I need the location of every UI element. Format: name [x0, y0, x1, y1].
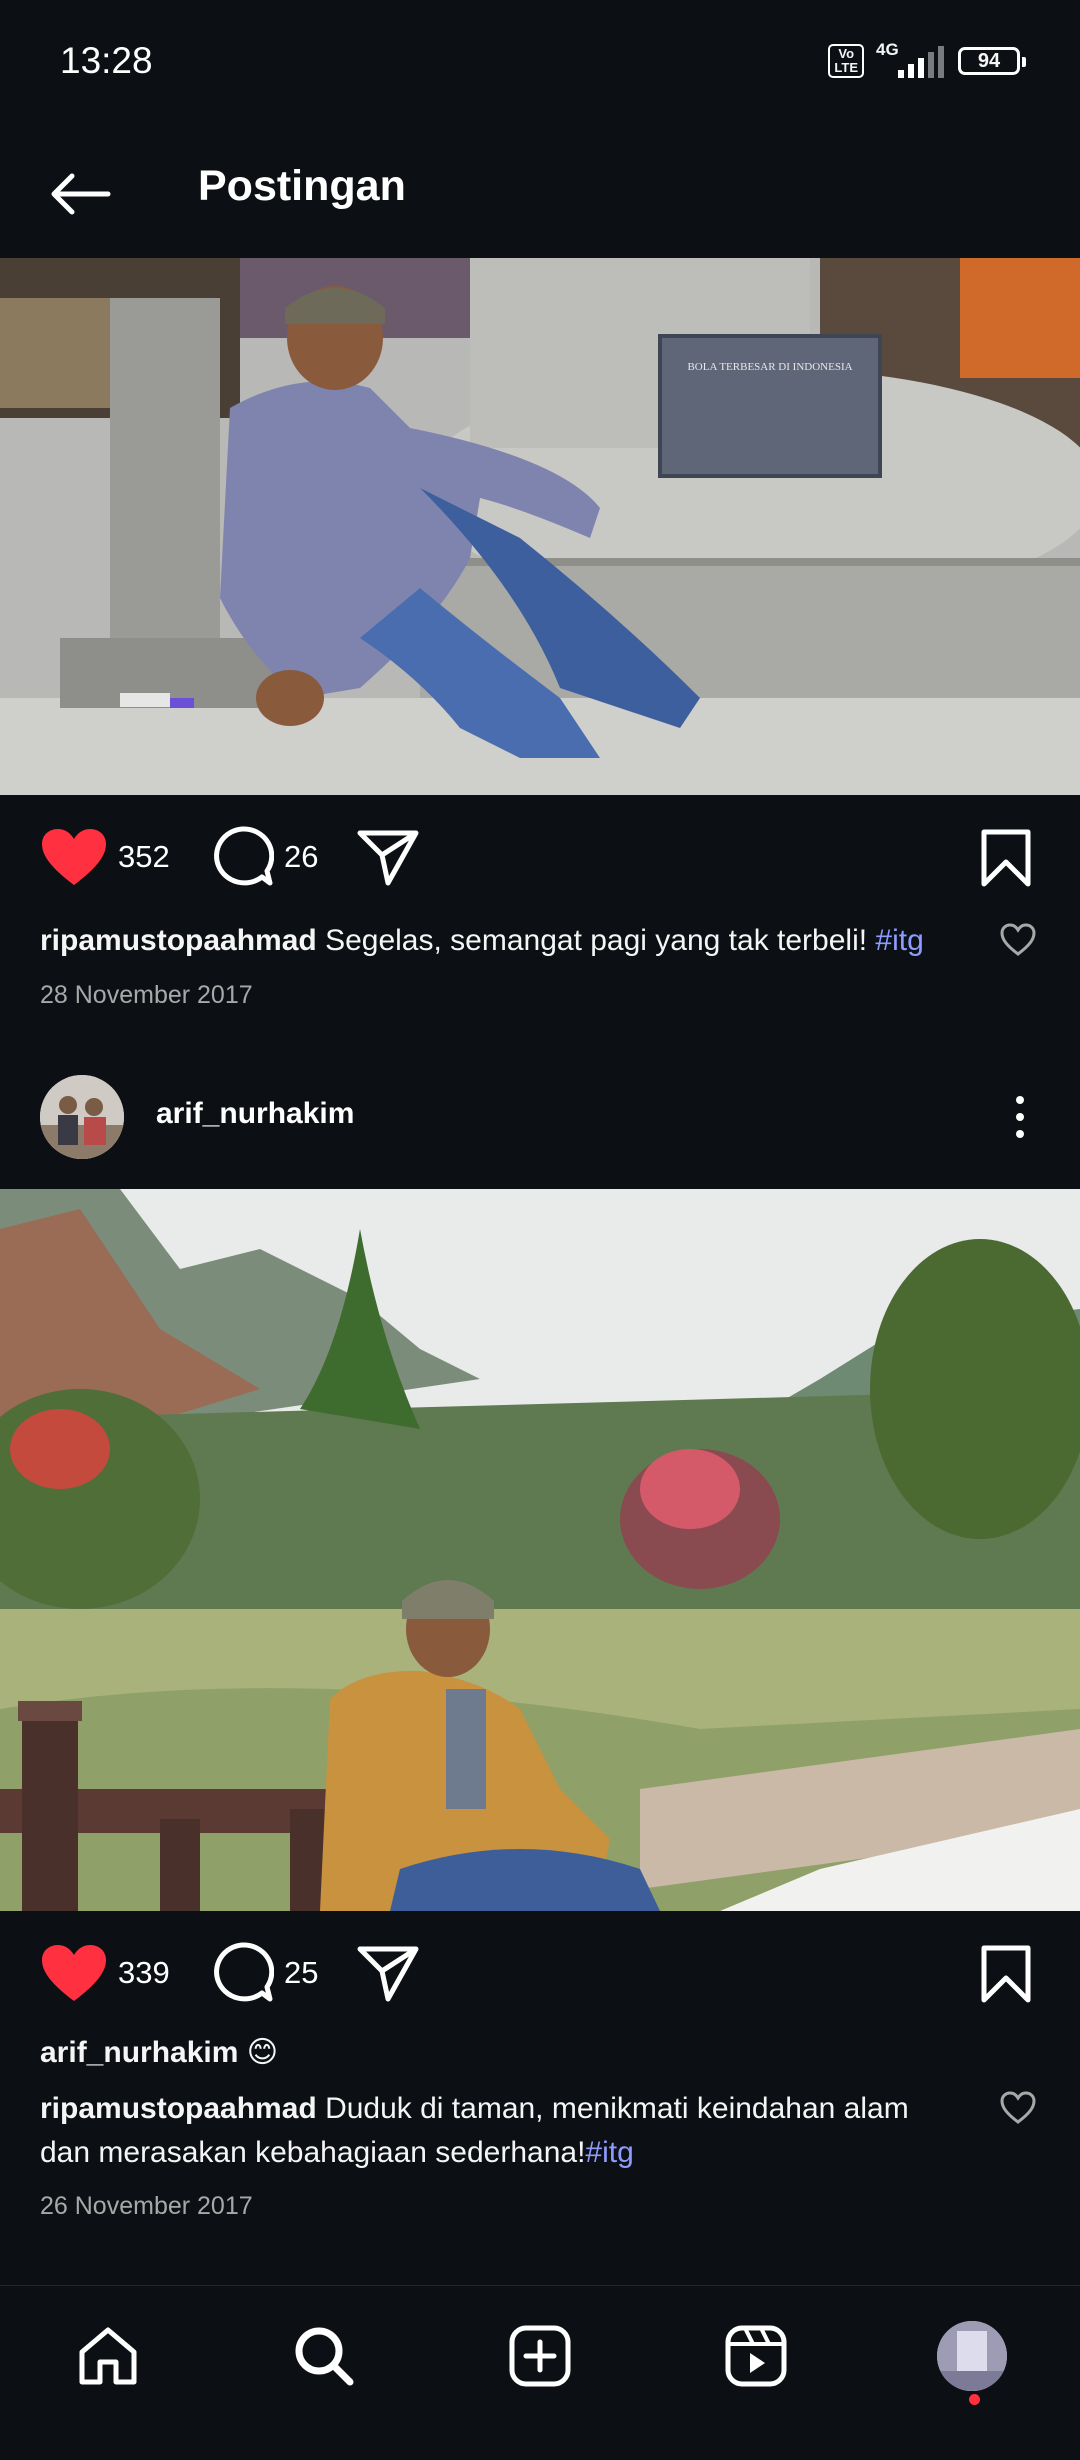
save-button[interactable] — [978, 828, 1034, 888]
like-count[interactable]: 352 — [118, 839, 170, 875]
search-icon — [295, 2327, 354, 2386]
avatar[interactable] — [40, 1075, 124, 1159]
heart-outline-icon — [1000, 2091, 1036, 2124]
heart-outline-icon — [1000, 923, 1036, 956]
status-icons: Vo LTE 4G 94 — [828, 40, 1026, 78]
bottom-navigation — [0, 2285, 1080, 2460]
post-photo[interactable] — [0, 1189, 1080, 1911]
arrow-left-icon — [51, 173, 111, 215]
nav-reels[interactable] — [716, 2316, 796, 2396]
back-button[interactable] — [40, 154, 120, 234]
battery-level: 94 — [977, 49, 1001, 72]
comment-icon — [214, 1942, 274, 2002]
caption-username[interactable]: ripamustopaahmad — [40, 2092, 317, 2125]
caption-like-button[interactable] — [1000, 2091, 1036, 2125]
post-date: 28 November 2017 — [40, 981, 253, 1009]
top-app-bar: Postingan — [0, 130, 1080, 258]
volte-icon: Vo LTE — [828, 44, 864, 78]
bookmark-icon — [981, 829, 1031, 887]
post-detail-screen: 13:28 Vo LTE 4G 94 Postingan BOLA TERBES… — [0, 0, 1080, 2460]
post-author-line[interactable]: arif_nurhakim 😊 — [40, 2031, 940, 2075]
caption-username[interactable]: ripamustopaahmad — [40, 924, 317, 957]
caption-like-button[interactable] — [1000, 923, 1036, 957]
comment-button[interactable]: 26 — [210, 812, 318, 902]
notification-dot — [969, 2394, 980, 2405]
nav-home[interactable] — [68, 2316, 148, 2396]
create-icon — [509, 2325, 571, 2387]
share-button[interactable] — [356, 1928, 420, 2018]
heart-filled-icon — [42, 1945, 106, 2001]
nav-create[interactable] — [500, 2316, 580, 2396]
post-image-park — [0, 1189, 1080, 1911]
send-icon — [357, 830, 419, 886]
hashtag-link[interactable]: #itg — [875, 924, 923, 957]
send-icon — [357, 1946, 419, 2002]
signal-icon: 4G — [876, 40, 946, 78]
avatar-image — [40, 1075, 124, 1159]
profile-avatar — [937, 2321, 1007, 2391]
save-button[interactable] — [978, 1944, 1034, 2004]
page-title: Postingan — [198, 162, 406, 210]
bookmark-icon — [981, 1945, 1031, 2003]
share-button[interactable] — [356, 812, 420, 902]
home-icon — [79, 2327, 137, 2385]
network-type: 4G — [876, 40, 899, 59]
post-photo[interactable]: BOLA TERBESAR DI INDONESIA — [0, 258, 1080, 795]
comment-count[interactable]: 26 — [284, 839, 318, 875]
more-vertical-icon — [1016, 1096, 1024, 1104]
more-options-button[interactable] — [1000, 1087, 1040, 1147]
post-header: arif_nurhakim — [0, 1057, 1080, 1177]
nav-search[interactable] — [284, 2316, 364, 2396]
post-caption: ripamustopaahmad Segelas, semangat pagi … — [40, 919, 940, 963]
like-button[interactable]: 352 — [40, 812, 170, 902]
reels-icon — [725, 2325, 787, 2387]
post-image-fountain: BOLA TERBESAR DI INDONESIA — [0, 258, 1080, 795]
comment-icon — [214, 826, 274, 886]
battery-icon: 94 — [958, 47, 1026, 75]
caption-text: Segelas, semangat pagi yang tak terbeli! — [316, 924, 876, 957]
hashtag-link[interactable]: #itg — [585, 2136, 633, 2169]
post-date: 26 November 2017 — [40, 2192, 253, 2220]
like-button[interactable]: 339 — [40, 1928, 170, 2018]
comment-button[interactable]: 25 — [210, 1928, 318, 2018]
post-actions: 339 25 — [0, 1928, 1080, 2018]
nav-profile[interactable] — [932, 2316, 1012, 2396]
post-username[interactable]: arif_nurhakim — [156, 1097, 354, 1131]
post-actions: 352 26 — [0, 812, 1080, 902]
status-time: 13:28 — [60, 40, 153, 81]
status-bar: 13:28 Vo LTE 4G 94 — [0, 0, 1080, 130]
sign-text: BOLA TERBESAR DI INDONESIA — [687, 361, 852, 373]
like-count[interactable]: 339 — [118, 1955, 170, 1991]
heart-filled-icon — [42, 829, 106, 885]
comment-count[interactable]: 25 — [284, 1955, 318, 1991]
post-caption: ripamustopaahmad Duduk di taman, menikma… — [40, 2087, 960, 2175]
